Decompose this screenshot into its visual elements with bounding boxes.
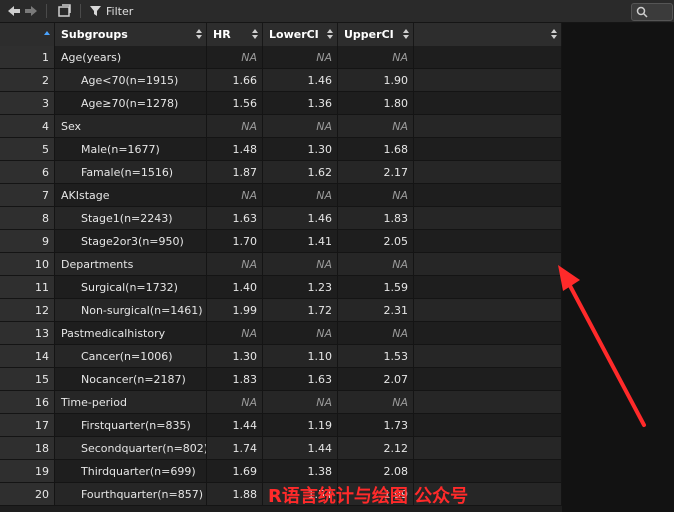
annotation-arrow (558, 265, 646, 427)
watermark-text: R语言统计与绘图 公众号 (268, 486, 469, 507)
